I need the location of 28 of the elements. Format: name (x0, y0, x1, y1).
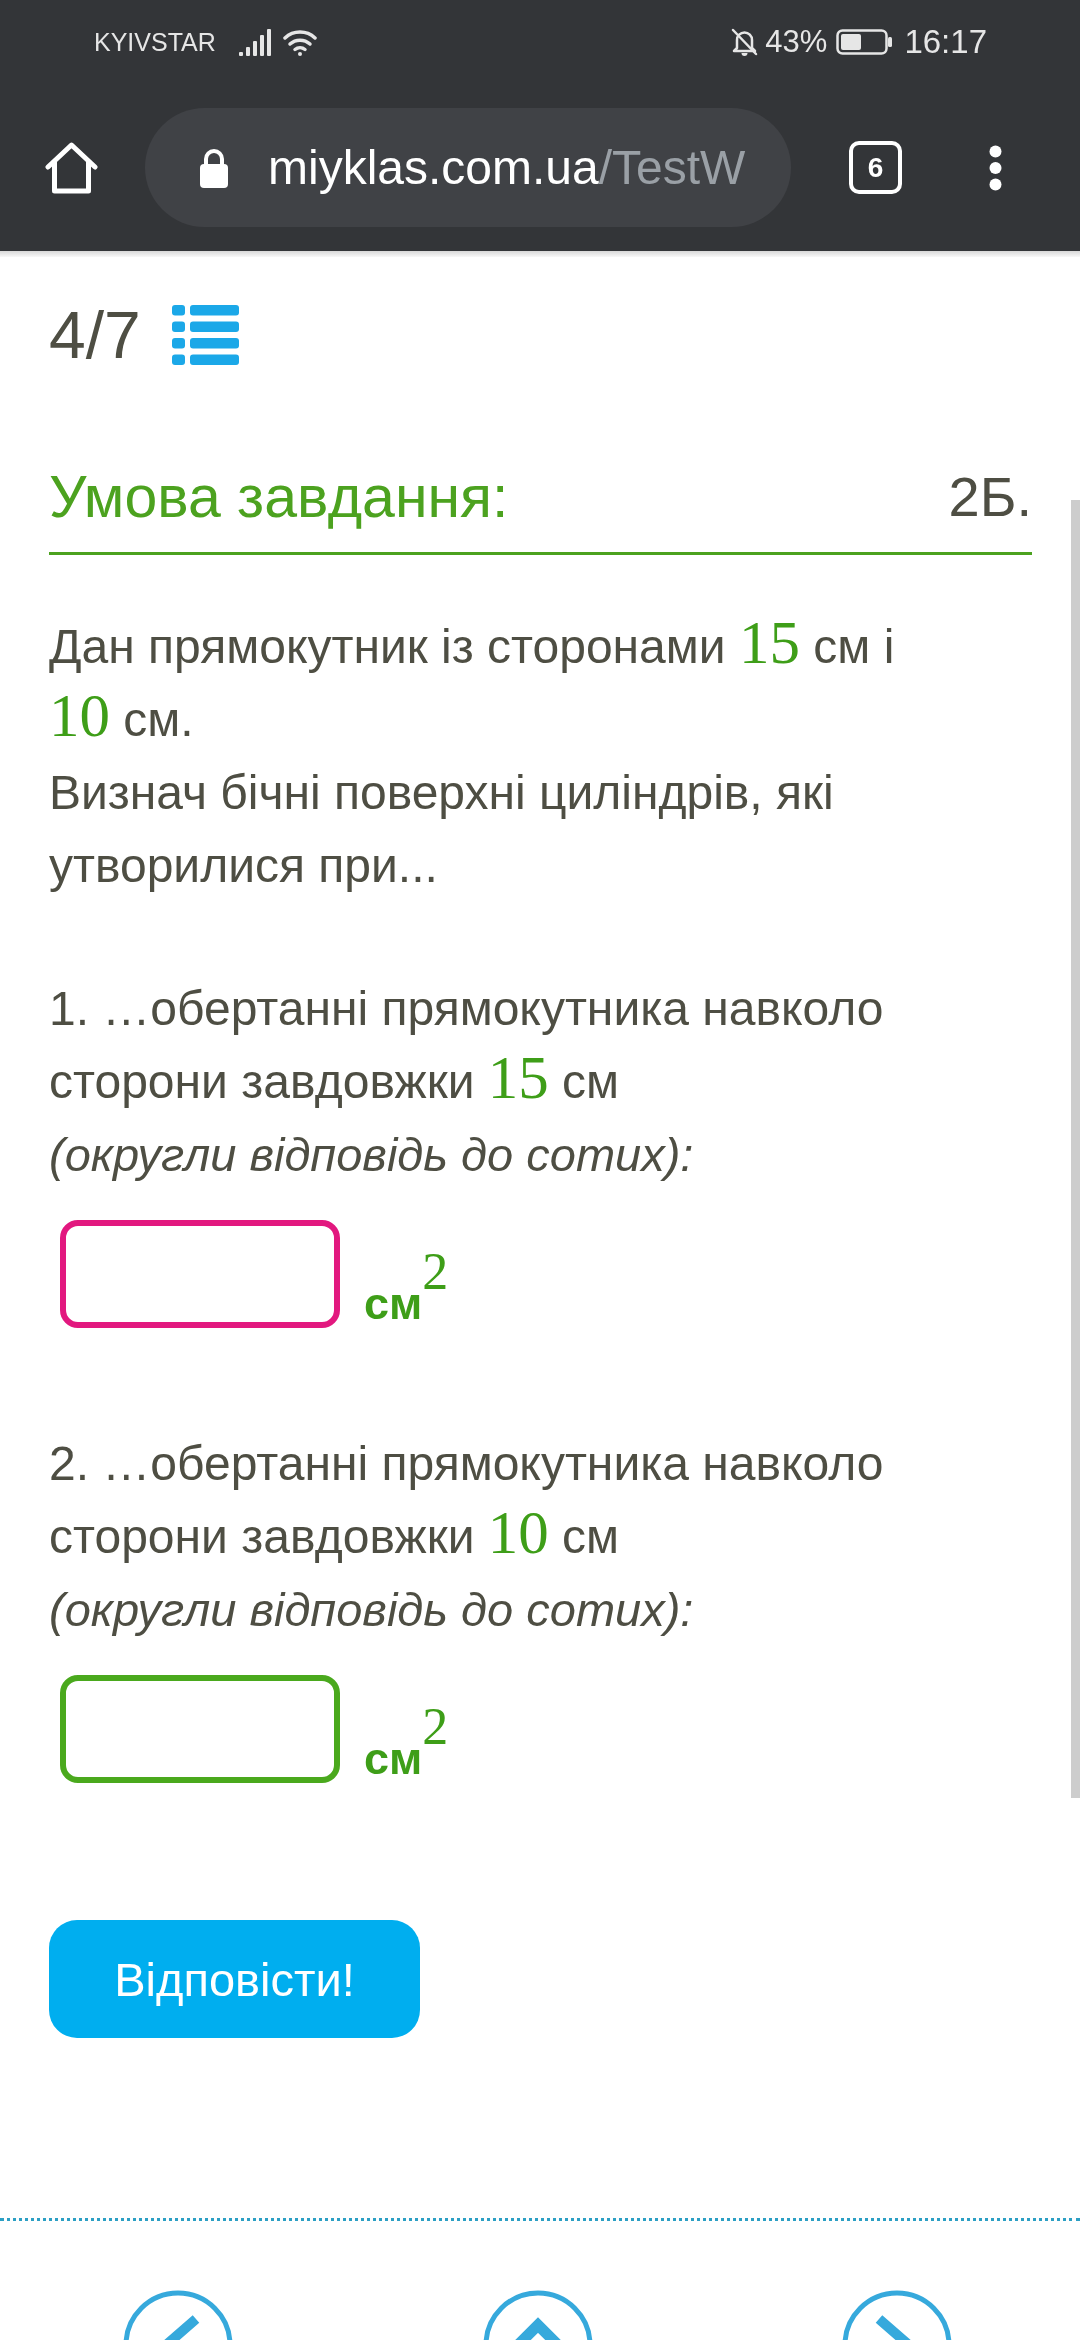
list-icon[interactable] (171, 305, 239, 365)
url-text: miyklas.com.ua/TestW (268, 140, 746, 195)
battery-percent: 43% (765, 24, 828, 60)
answer-field[interactable] (60, 1219, 340, 1328)
home-icon[interactable] (45, 141, 98, 194)
rounding-hint: (округли відповідь до сотих): (49, 1582, 695, 1638)
bell-off-icon (731, 28, 759, 56)
tab-count-button[interactable]: 6 (849, 141, 902, 194)
answer-field[interactable] (60, 1675, 340, 1783)
battery-icon (836, 29, 894, 55)
clock: 16:17 (904, 23, 987, 61)
points-label: 2Б. (948, 464, 1032, 530)
task-text: Визнач бічні поверхні циліндрів, які утворилися при... (49, 764, 835, 894)
menu-icon[interactable] (989, 144, 1002, 191)
wifi-icon (282, 28, 318, 56)
circled-chevron-right-icon[interactable] (842, 2290, 952, 2340)
circled-chevron-left-icon[interactable] (123, 2290, 233, 2340)
address-bar[interactable]: miyklas.com.ua/TestW (145, 108, 791, 227)
task-text: Дан прямокутник із сторонами 15 см і 10 см. (49, 609, 896, 751)
circled-chevron-up-icon[interactable] (482, 2290, 593, 2340)
lock-icon (198, 147, 230, 188)
question-text: 1. …обертанні прямокутника навколо сторони завдовжки 15 см (49, 980, 885, 1113)
rounding-hint: (округли відповідь до сотих): (49, 1126, 695, 1183)
question-counter: 4/7 (49, 297, 141, 374)
task-heading: Умова завдання: (49, 463, 509, 532)
carrier-name: KYIVSTAR (94, 27, 216, 57)
question-text: 2. …обертанні прямокутника навколо сторони завдовжки 10 см (49, 1436, 885, 1568)
signal-icon (238, 28, 273, 56)
